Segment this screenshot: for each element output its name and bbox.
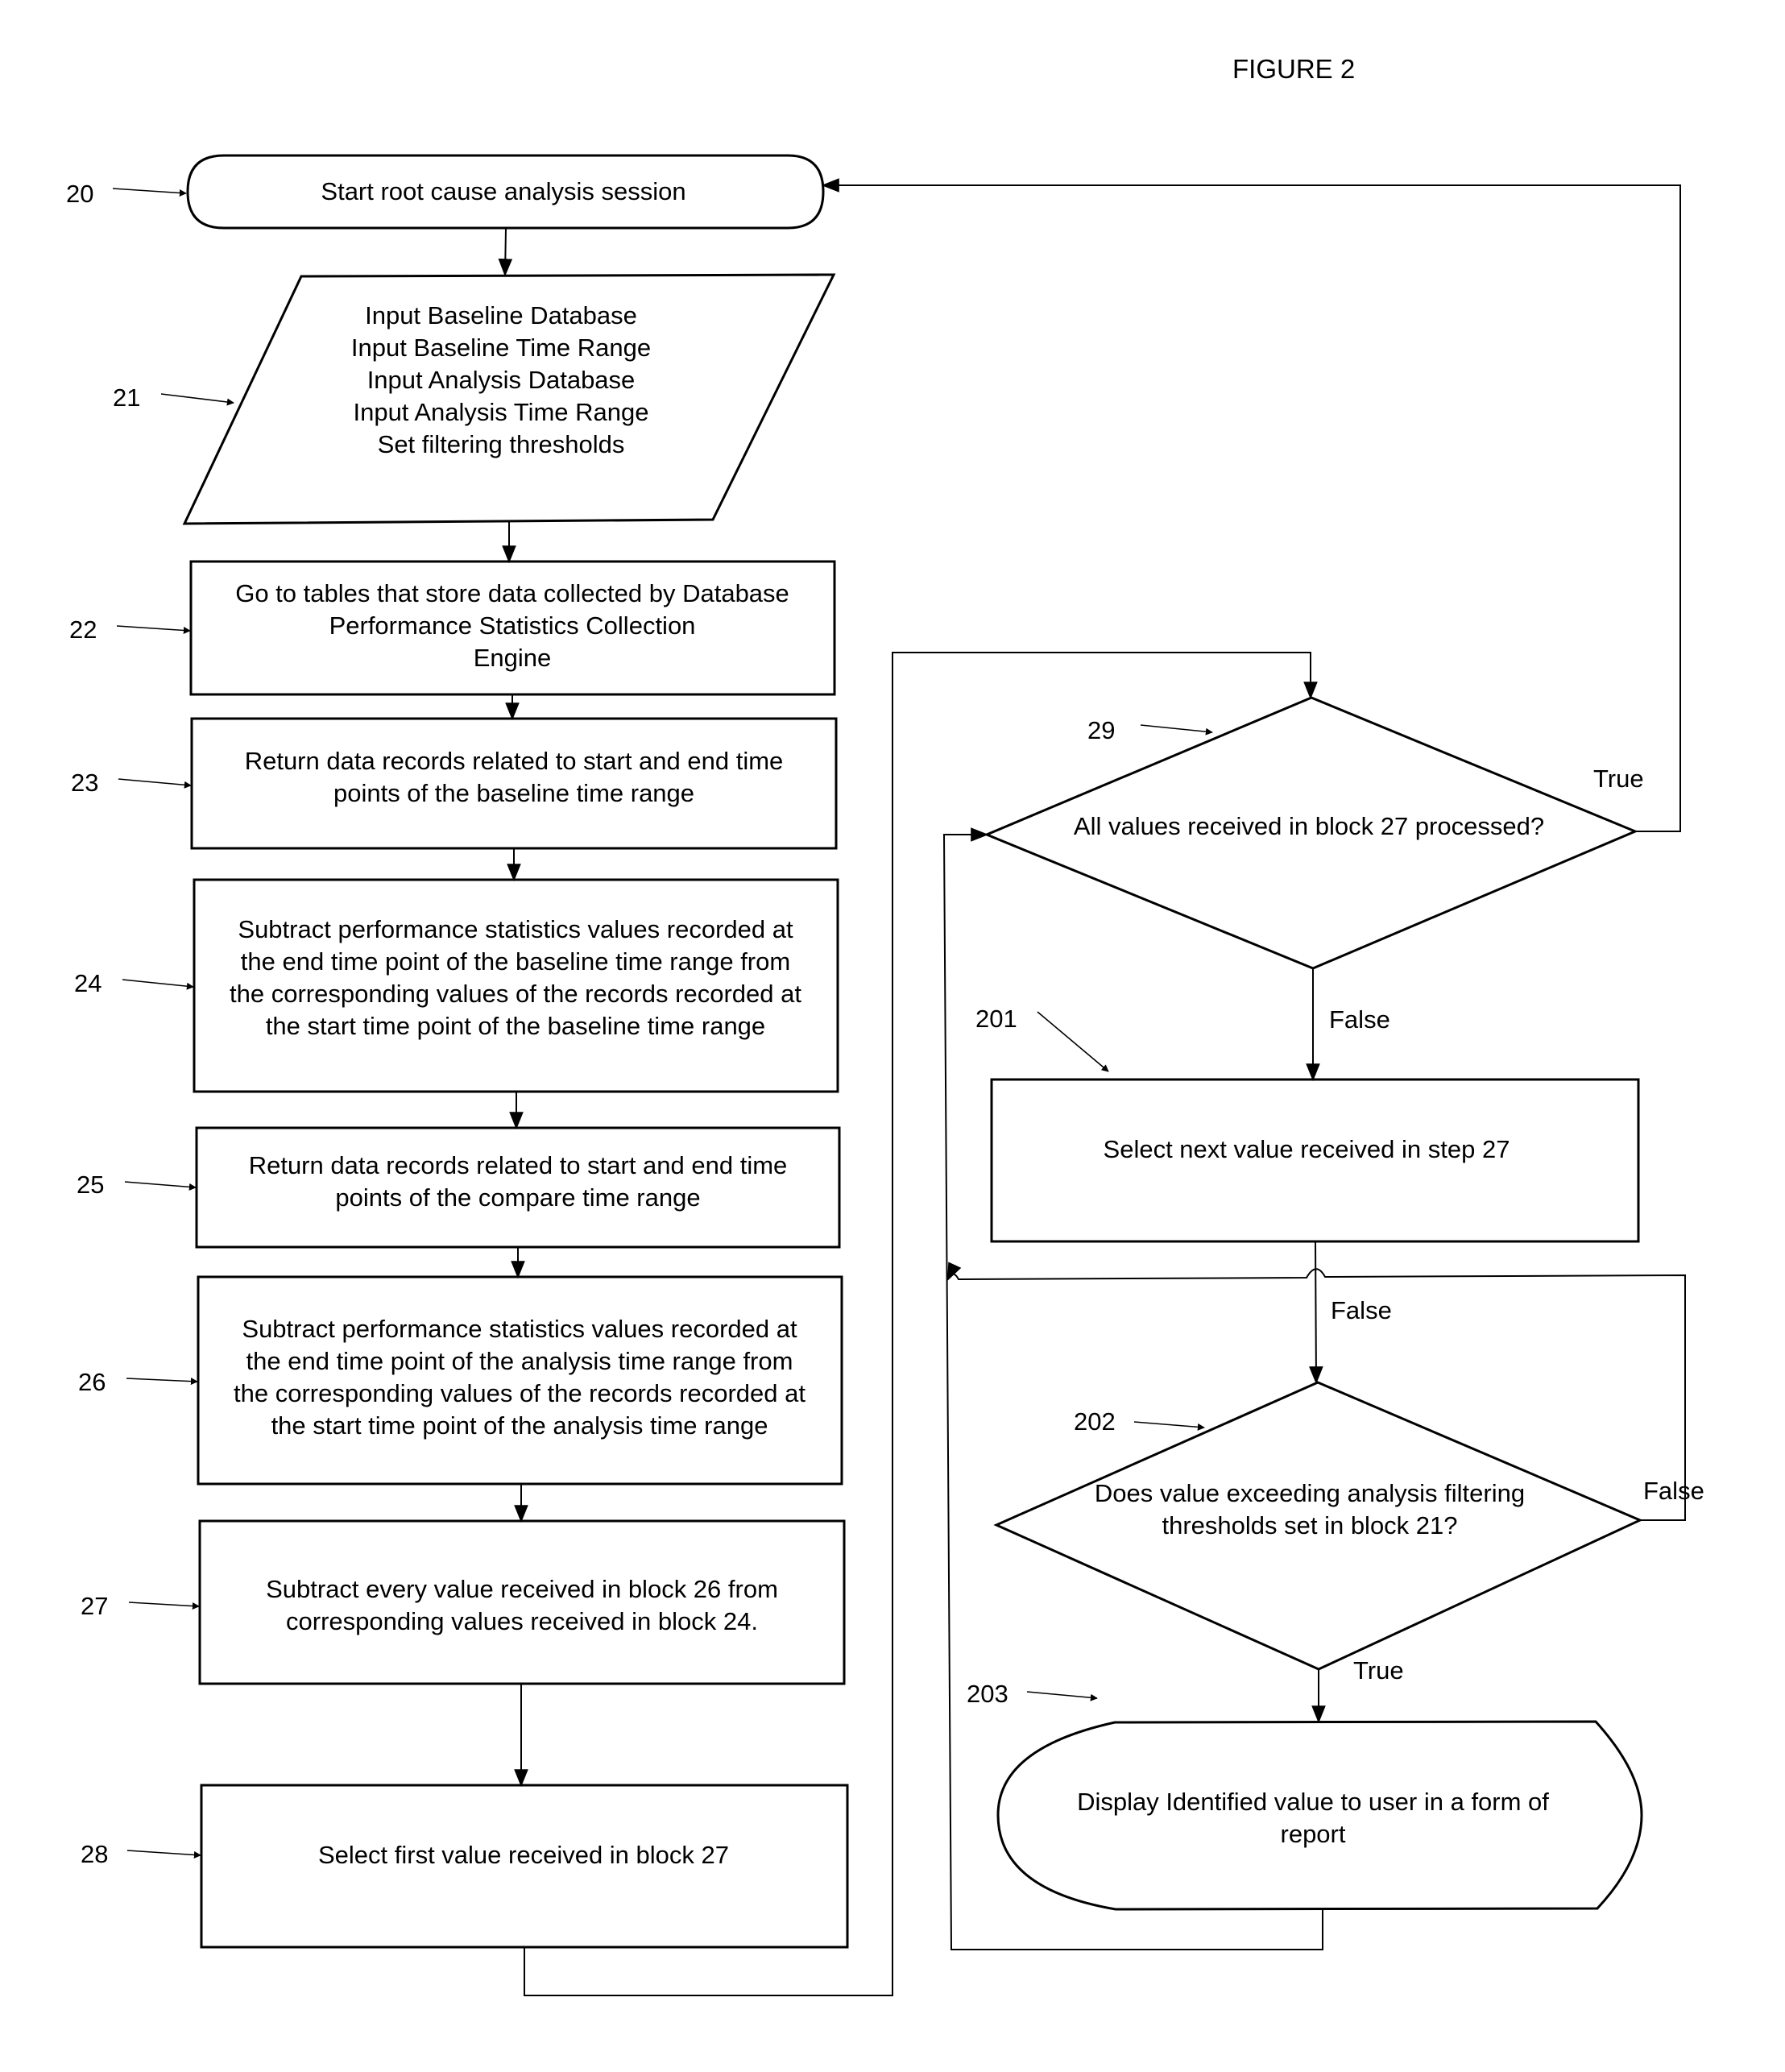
text-24-line: the end time point of the baseline time … — [241, 947, 790, 976]
text-24-line: the corresponding values of the records … — [230, 980, 801, 1008]
ref-label-29: 29 — [1087, 716, 1115, 744]
text-22-line: Go to tables that store data collected b… — [235, 579, 789, 607]
text-22-line: Performance Statistics Collection — [329, 611, 696, 640]
text-22-line: Engine — [474, 644, 552, 672]
ref-pointer-24 — [122, 979, 194, 990]
ref-label-22: 22 — [69, 615, 97, 644]
text-202-line: thresholds set in block 21? — [1162, 1511, 1457, 1539]
text-23-line: Return data records related to start and… — [245, 747, 784, 775]
ref-pointer-23 — [118, 778, 192, 789]
text-28-line: Select first value received in block 27 — [318, 1841, 729, 1869]
text-21-line: Input Analysis Time Range — [353, 398, 648, 426]
text-21-line: Set filtering thresholds — [378, 430, 625, 458]
text-21-line: Input Analysis Database — [367, 366, 636, 394]
edge-label-201-false: False — [1331, 1296, 1392, 1324]
text-203-line: report — [1281, 1820, 1346, 1848]
ref-label-24: 24 — [74, 969, 101, 997]
edge-label-202-false: False — [1643, 1477, 1704, 1505]
ref-pointer-26 — [126, 1378, 198, 1386]
text-24-line: the start time point of the baseline tim… — [266, 1012, 765, 1040]
text-27-line: corresponding values received in block 2… — [286, 1607, 758, 1635]
text-block-28: Select first value received in block 27 — [318, 1841, 729, 1869]
text-23-line: points of the baseline time range — [333, 779, 694, 807]
text-202-line: Does value exceeding analysis filtering — [1095, 1479, 1525, 1507]
edge-label-202-true: True — [1353, 1656, 1404, 1685]
connector-201-202 — [1309, 1241, 1323, 1385]
edge-label-29-false: False — [1329, 1005, 1390, 1034]
text-block-201: Select next value received in step 27 — [1104, 1135, 1510, 1163]
text-25-line: points of the compare time range — [335, 1183, 700, 1212]
ref-label-201: 201 — [975, 1005, 1017, 1033]
flowchart: FIGURE 2 20 21 22 23 24 25 26 27 28 29 2… — [66, 54, 1704, 1996]
text-201-line: Select next value received in step 27 — [1104, 1135, 1510, 1163]
text-block-29: All values received in block 27 processe… — [1074, 812, 1544, 840]
ref-pointer-28 — [126, 1850, 201, 1859]
ref-label-23: 23 — [71, 769, 98, 797]
text-21-line: Input Baseline Database — [365, 301, 637, 329]
ref-pointer-25 — [124, 1181, 197, 1191]
text-21-line: Input Baseline Time Range — [351, 334, 651, 362]
ref-pointer-202 — [1133, 1421, 1205, 1431]
ref-pointer-203 — [1026, 1691, 1098, 1701]
ref-label-25: 25 — [77, 1171, 104, 1199]
ref-label-26: 26 — [78, 1368, 106, 1396]
ref-label-20: 20 — [66, 180, 93, 208]
ref-label-21: 21 — [113, 383, 140, 412]
ref-label-203: 203 — [967, 1680, 1008, 1708]
ref-pointer-201 — [1037, 1011, 1109, 1072]
text-203-line: Display Identified value to user in a fo… — [1077, 1788, 1549, 1816]
connector-20-21 — [498, 227, 513, 277]
ref-pointer-21 — [160, 393, 234, 406]
text-24-line: Subtract performance statistics values r… — [238, 915, 793, 943]
text-20-line: Start root cause analysis session — [321, 177, 685, 205]
ref-label-202: 202 — [1074, 1407, 1116, 1436]
text-26-line: the end time point of the analysis time … — [246, 1347, 793, 1375]
text-26-line: the corresponding values of the records … — [234, 1379, 806, 1407]
text-25-line: Return data records related to start and… — [249, 1151, 788, 1179]
figure-title: FIGURE 2 — [1232, 54, 1355, 84]
ref-label-28: 28 — [81, 1840, 108, 1868]
text-block-21: Input Baseline Database Input Baseline T… — [351, 301, 651, 458]
ref-pointer-29 — [1140, 724, 1213, 736]
text-block-20: Start root cause analysis session — [321, 177, 685, 205]
ref-pointer-20 — [112, 188, 187, 197]
text-26-line: the start time point of the analysis tim… — [271, 1411, 768, 1440]
ref-pointer-27 — [128, 1602, 200, 1610]
text-26-line: Subtract performance statistics values r… — [242, 1315, 797, 1343]
ref-label-27: 27 — [81, 1592, 108, 1620]
text-27-line: Subtract every value received in block 2… — [266, 1575, 778, 1603]
ref-pointer-22 — [116, 625, 191, 634]
edge-label-29-true: True — [1593, 765, 1644, 793]
text-29-line: All values received in block 27 processe… — [1074, 812, 1544, 840]
